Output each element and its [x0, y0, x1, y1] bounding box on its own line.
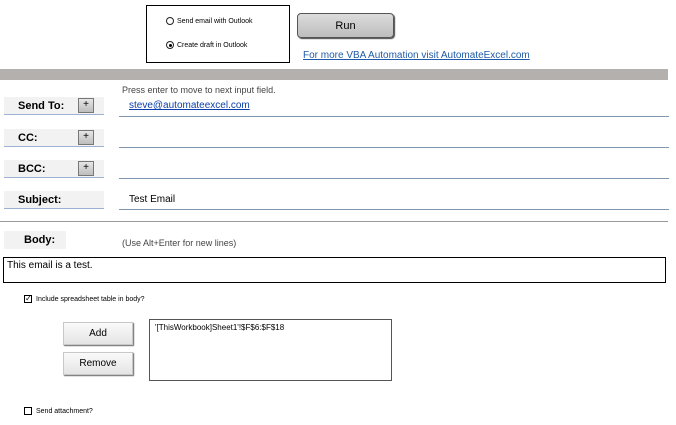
- send-attachment-label: Send attachment?: [36, 407, 93, 415]
- body-hint: (Use Alt+Enter for new lines): [122, 238, 237, 248]
- subject-underline: [119, 209, 669, 210]
- cc-input[interactable]: [129, 133, 669, 145]
- send-to-label-text: Send To:: [18, 99, 65, 112]
- cc-label-text: CC:: [18, 131, 38, 144]
- send-attachment-checkbox[interactable]: [24, 407, 32, 415]
- add-range-button[interactable]: Add: [63, 322, 133, 345]
- section-separator: [0, 221, 668, 222]
- remove-range-button[interactable]: Remove: [63, 352, 133, 375]
- send-attachment-option[interactable]: Send attachment?: [24, 407, 93, 415]
- send-email-label: Send email with Outlook: [177, 17, 253, 25]
- bcc-input[interactable]: [129, 164, 669, 176]
- include-table-label: Include spreadsheet table in body?: [36, 295, 145, 303]
- bcc-label-text: BCC:: [18, 162, 46, 175]
- subject-label-text: Subject:: [18, 193, 62, 206]
- body-label-text: Body:: [24, 234, 56, 246]
- bcc-underline: [119, 178, 669, 179]
- bcc-add-button[interactable]: +: [78, 161, 94, 176]
- run-button[interactable]: Run: [297, 13, 394, 38]
- cc-underline: [119, 147, 669, 148]
- subject-input[interactable]: Test Email: [129, 194, 175, 205]
- create-draft-radio[interactable]: [166, 41, 174, 49]
- send-email-radio[interactable]: [166, 17, 174, 25]
- include-table-option[interactable]: ✓ Include spreadsheet table in body?: [24, 295, 145, 303]
- create-draft-label: Create draft in Outlook: [177, 41, 248, 49]
- range-listbox[interactable]: '[ThisWorkbook]Sheet1'!$F$6:$F$18: [149, 319, 392, 381]
- include-table-checkbox[interactable]: ✓: [24, 295, 32, 303]
- enter-hint: Press enter to move to next input field.: [122, 85, 276, 95]
- send-to-email-link[interactable]: steve@automateexcel.com: [129, 100, 250, 111]
- cc-add-button[interactable]: +: [78, 130, 94, 145]
- vba-automation-link[interactable]: For more VBA Automation visit AutomateEx…: [303, 50, 530, 61]
- send-to-underline: [119, 116, 669, 117]
- send-to-add-button[interactable]: +: [78, 98, 94, 113]
- range-list-item[interactable]: '[ThisWorkbook]Sheet1'!$F$6:$F$18: [155, 323, 386, 332]
- body-label: Body:: [4, 231, 66, 249]
- send-mode-group: Send email with Outlook Create draft in …: [146, 5, 290, 63]
- body-textarea[interactable]: This email is a test.: [3, 257, 666, 283]
- send-email-option[interactable]: Send email with Outlook: [166, 17, 252, 25]
- header-divider-bar: [0, 69, 668, 80]
- send-to-input[interactable]: steve@automateexcel.com: [129, 100, 250, 111]
- create-draft-option[interactable]: Create draft in Outlook: [166, 41, 247, 49]
- subject-label: Subject:: [4, 191, 104, 209]
